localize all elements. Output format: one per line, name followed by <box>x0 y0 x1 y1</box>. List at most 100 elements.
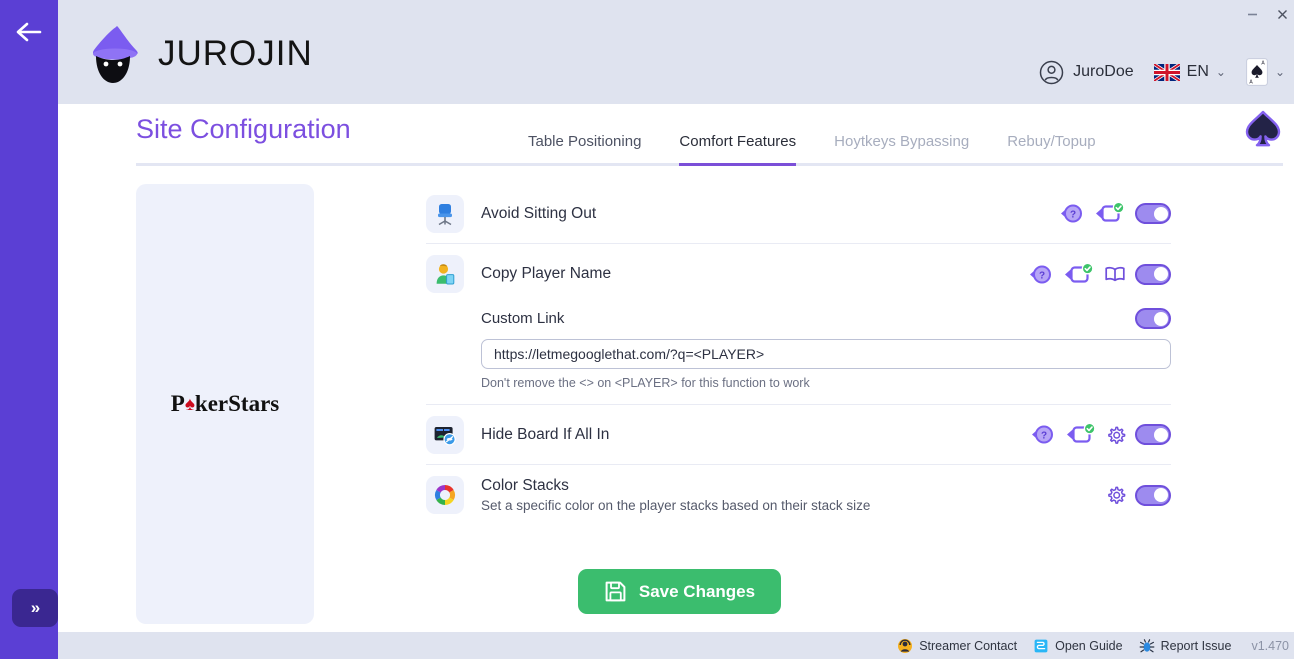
hide-board-icon <box>426 415 464 454</box>
open-guide-label: Open Guide <box>1055 638 1123 653</box>
pokerstars-logo: P ♠ kerStars <box>171 391 279 417</box>
language-selector[interactable]: EN ⌄ <box>1153 63 1226 81</box>
save-changes-label: Save Changes <box>638 581 756 601</box>
book-blue-icon <box>1034 639 1048 652</box>
tabs-bar: Site Configuration Table Positioning Com… <box>58 104 1294 166</box>
tooltip-check-icon[interactable] <box>1062 262 1095 286</box>
left-rail: » <box>0 0 58 659</box>
setting-row-copy-player-name: Copy Player Name ? <box>426 244 1171 304</box>
gear-icon[interactable] <box>1106 425 1126 445</box>
toggle-hide-board-if-all-in[interactable] <box>1135 424 1171 445</box>
setting-label: Hide Board If All In <box>481 425 610 443</box>
floppy-save-icon <box>605 581 626 602</box>
language-code: EN <box>1186 63 1209 80</box>
toggle-knob <box>1153 267 1168 281</box>
chevron-down-icon-site: ⌄ <box>1274 65 1285 79</box>
setting-controls-hide-board-if-all-in: ? <box>1028 423 1171 446</box>
setting-row-avoid-sitting-out: Avoid Sitting Out ? <box>426 184 1171 244</box>
tooltip-check-icon[interactable] <box>1064 423 1097 446</box>
player-card-icon <box>426 255 464 293</box>
save-changes-button[interactable]: Save Changes <box>577 569 782 614</box>
version-label: v1.470 <box>1251 638 1289 653</box>
tooltip-check-icon[interactable] <box>1093 202 1126 225</box>
setting-text-hide-board-if-all-in: Hide Board If All In <box>481 426 1028 444</box>
report-issue-button[interactable]: Report Issue <box>1139 638 1231 654</box>
arrow-left-icon <box>16 22 42 42</box>
toggle-knob <box>1153 206 1168 221</box>
header-right-controls: JuroDoe EN ⌄ A A ⌄ <box>1039 58 1285 86</box>
page-title: Site Configuration <box>136 114 351 144</box>
site-preview-card: P ♠ kerStars <box>136 184 314 624</box>
headset-icon <box>898 638 913 653</box>
open-guide-button[interactable]: Open Guide <box>1033 638 1123 654</box>
spade-logo-button[interactable] <box>1243 109 1283 156</box>
setting-controls-color-stacks <box>1106 484 1171 506</box>
tab-rebuy-topup[interactable]: Rebuy/Topup <box>1007 133 1095 166</box>
setting-text-avoid-sitting-out: Avoid Sitting Out <box>481 205 1057 223</box>
pokerstars-suffix: kerStars <box>194 391 280 416</box>
brand: JUROJIN <box>80 23 313 85</box>
pokerstars-prefix: P <box>170 391 185 416</box>
setting-controls-copy-player-name: ? <box>1026 262 1171 286</box>
setting-sublabel: Set a specific color on the player stack… <box>481 498 871 513</box>
tabs: Table Positioning Comfort Features Hoytk… <box>528 133 1096 166</box>
save-area: Save Changes <box>58 569 1294 614</box>
color-wheel-icon <box>426 476 464 514</box>
help-bubble-icon[interactable]: ? <box>1057 202 1084 225</box>
user-menu[interactable]: JuroDoe <box>1039 60 1134 85</box>
app-window: » JUROJIN JuroDoe EN ⌄ A A ⌄ Site Config… <box>0 0 1294 659</box>
close-button[interactable] <box>1267 1 1294 27</box>
setting-label: Copy Player Name <box>481 265 612 282</box>
setting-label: Color Stacks <box>481 477 569 494</box>
expand-sidebar-label: » <box>30 598 41 617</box>
spade-logo-icon <box>1245 110 1281 147</box>
minimize-button[interactable] <box>1237 1 1267 27</box>
help-bubble-icon[interactable]: ? <box>1028 423 1055 446</box>
toggle-custom-link[interactable] <box>1135 308 1171 329</box>
settings-panel: Avoid Sitting Out ? Copy Player Name ? C… <box>314 184 1283 632</box>
setting-row-color-stacks: Color Stacks Set a specific color on the… <box>426 465 1171 525</box>
status-bar: Streamer Contact Open Guide Report Issue… <box>58 632 1294 659</box>
tab-hoytkeys-bypassing[interactable]: Hoytkeys Bypassing <box>834 133 969 166</box>
tab-comfort-features[interactable]: Comfort Features <box>679 133 797 166</box>
toggle-color-stacks[interactable] <box>1135 484 1171 506</box>
book-icon[interactable] <box>1104 264 1126 284</box>
wizard-logo-icon <box>93 26 138 83</box>
user-name: JuroDoe <box>1073 63 1134 80</box>
custom-link-label: Custom Link <box>481 310 565 327</box>
toggle-knob <box>1153 488 1168 502</box>
help-bubble-icon[interactable]: ? <box>1026 263 1053 286</box>
svg-text:?: ? <box>1041 431 1047 442</box>
bug-icon <box>1139 638 1154 652</box>
setting-text-copy-player-name: Copy Player Name <box>481 265 1026 283</box>
ace-of-spades-icon: A A <box>1246 58 1268 86</box>
toggle-knob <box>1153 311 1168 326</box>
user-circle-icon <box>1039 60 1064 84</box>
title-bar: JUROJIN JuroDoe EN ⌄ A A ⌄ <box>58 0 1294 104</box>
pokerstars-spade-icon: ♠ <box>184 394 195 415</box>
streamer-contact-button[interactable]: Streamer Contact <box>897 638 1017 654</box>
setting-label: Avoid Sitting Out <box>481 204 597 222</box>
streamer-contact-label: Streamer Contact <box>919 638 1018 653</box>
setting-row-hide-board-if-all-in: Hide Board If All In ? <box>426 405 1171 465</box>
chevron-down-icon: ⌄ <box>1215 65 1226 79</box>
custom-link-hint: Don't remove the <> on <PLAYER> for this… <box>481 376 810 390</box>
brand-name: JUROJIN <box>158 34 313 73</box>
setting-text-color-stacks: Color Stacks Set a specific color on the… <box>481 477 1106 513</box>
close-icon <box>1277 9 1287 19</box>
setting-controls-avoid-sitting-out: ? <box>1057 202 1171 225</box>
custom-link-input[interactable] <box>481 339 1171 369</box>
custom-link-block: Custom Link Don't remove the <> on <PLAY… <box>426 304 1171 405</box>
back-button[interactable] <box>6 12 52 52</box>
toggle-copy-player-name[interactable] <box>1135 263 1171 285</box>
office-chair-icon <box>426 194 464 233</box>
uk-flag-icon <box>1153 63 1180 81</box>
site-selector[interactable]: A A ⌄ <box>1246 58 1285 86</box>
toggle-knob <box>1153 427 1168 442</box>
custom-link-header: Custom Link <box>426 308 1171 329</box>
content-area: P ♠ kerStars Avoid Sitting Out ? Copy Pl… <box>58 166 1294 632</box>
toggle-avoid-sitting-out[interactable] <box>1135 203 1171 224</box>
tab-table-positioning[interactable]: Table Positioning <box>528 133 641 166</box>
expand-sidebar-button[interactable]: » <box>12 589 58 627</box>
gear-icon[interactable] <box>1106 485 1126 505</box>
